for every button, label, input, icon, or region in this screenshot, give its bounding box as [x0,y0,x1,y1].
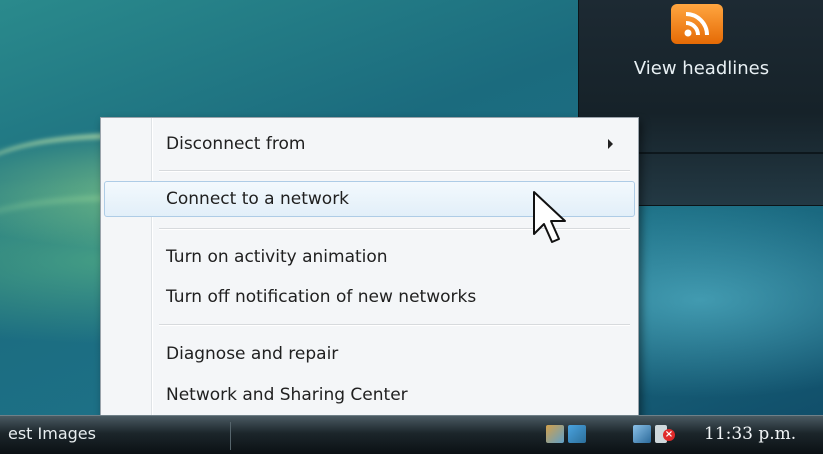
menu-separator [159,324,630,326]
taskbar-separator [230,422,231,450]
menu-separator [159,170,630,172]
menu-item-diagnose-and-repair[interactable]: Diagnose and repair [104,336,635,372]
system-tray: × 11:33 p.m. [538,419,823,451]
network-connections-icon[interactable] [568,425,586,443]
menu-item-label: Connect to a network [166,189,350,209]
menu-item-label: Turn on activity animation [166,247,388,267]
view-headlines-link[interactable]: View headlines [579,58,823,79]
display-icon[interactable] [633,425,651,443]
menu-item-label: Disconnect from [166,134,306,154]
network-icon[interactable] [546,425,564,443]
network-context-menu: Disconnect from Connect to a network Tur… [100,117,639,420]
clock[interactable]: 11:33 p.m. [704,424,796,444]
mouse-pointer-icon [533,191,566,243]
menu-item-network-sharing-center[interactable]: Network and Sharing Center [104,377,635,413]
taskbar: est Images × 11:33 p.m. [0,415,823,454]
volume-muted-icon: × [663,429,675,441]
taskbar-window-button[interactable]: est Images [8,424,96,443]
submenu-arrow-icon [608,139,613,149]
menu-item-label: Diagnose and repair [166,344,339,364]
menu-item-disconnect-from[interactable]: Disconnect from [104,126,635,162]
menu-item-turn-off-notifications[interactable]: Turn off notification of new networks [104,279,635,315]
menu-item-label: Turn off notification of new networks [166,287,477,307]
menu-item-label: Network and Sharing Center [166,385,408,405]
rss-feed-icon[interactable] [671,4,723,44]
